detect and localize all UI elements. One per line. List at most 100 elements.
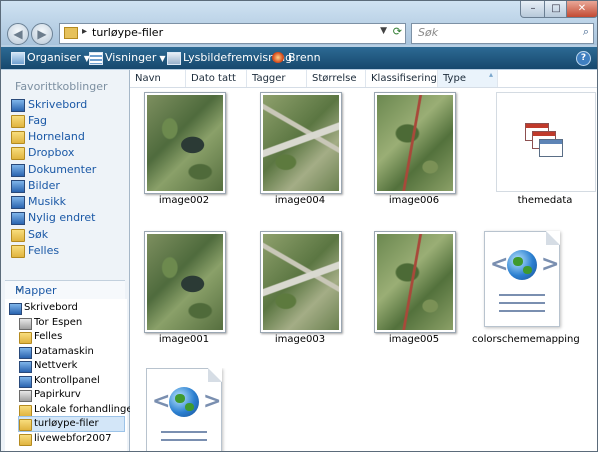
column-header-type-label: Type [443,73,466,84]
chevron-down-icon[interactable]: ⌄ [15,283,119,294]
column-header-type[interactable]: Type ▴ [438,70,498,87]
views-button[interactable]: Visninger ▼ [89,50,166,66]
search-placeholder: Søk [418,26,439,39]
folder-icon [11,131,25,144]
chevron-left-icon: < [152,389,171,414]
close-button[interactable]: ✕ [566,1,597,18]
recent-icon [11,212,25,225]
documents-icon [11,164,25,177]
tree-item-label: Felles [34,331,63,342]
breadcrumb-current[interactable]: turløype-filer [92,26,163,39]
xml-document-icon: < > [484,231,560,327]
chevron-right-icon: > [203,389,222,414]
file-view: Navn Dato tatt Tagger Størrelse Klassifi… [130,70,597,451]
tree-item-livewebfor2007[interactable]: livewebfor2007 [19,432,112,446]
desktop-icon [9,303,22,315]
favorite-link-dokumenter[interactable]: Dokumenter [11,162,96,177]
map-image [147,234,223,330]
maximize-button[interactable]: □ [544,1,568,18]
favorite-link-musikk[interactable]: Musikk [11,194,66,209]
column-headers: Navn Dato tatt Tagger Størrelse Klassifi… [130,70,597,88]
file-item-image006[interactable]: image006 [374,92,484,212]
map-image [147,95,223,191]
file-item-image004[interactable]: image004 [260,92,370,212]
favorite-link-fag[interactable]: Fag [11,113,47,128]
tree-item-label: Skrivebord [24,302,78,313]
tree-item-datamaskin[interactable]: Datamaskin [19,345,94,359]
tree-item-label: Tor Espen [34,317,83,328]
favorite-link-skrivebord[interactable]: Skrivebord [11,97,87,112]
favorite-link-felles[interactable]: Felles [11,243,59,258]
favorite-link-horneland[interactable]: Horneland [11,129,85,144]
burn-icon [272,52,284,63]
file-item-image003[interactable]: image003 [260,231,370,351]
image-thumbnail [374,92,456,194]
back-button[interactable]: ◀ [7,23,29,45]
search-icon[interactable]: ⌕ [583,25,589,39]
file-name: colorschememapping [472,334,580,345]
favorite-label: Dokumenter [28,163,97,176]
organize-button[interactable]: Organiser ▼ [11,50,90,66]
file-item-xml[interactable]: < > [146,368,256,451]
column-header-tagger[interactable]: Tagger [247,70,307,87]
address-dropdown-icon[interactable]: ▼ [380,26,387,36]
favorite-label: Felles [28,244,60,257]
tree-item-felles[interactable]: Felles [19,330,62,344]
tree-item-tor-espen[interactable]: Tor Espen [19,316,82,330]
tree-item-nettverk[interactable]: Nettverk [19,359,77,373]
tree-item-turloype-filer[interactable]: turløype-filer [18,416,125,432]
music-icon [11,196,25,209]
minimize-button[interactable]: – [520,1,546,18]
file-name: image003 [274,334,326,345]
tree-item-label: Lokale forhandlinger [34,404,137,415]
globe-icon [169,387,199,417]
chevron-down-icon: ▼ [159,54,166,63]
tree-item-label: Datamaskin [34,346,94,357]
favorite-link-sok[interactable]: Søk [11,227,48,242]
map-image [377,234,453,330]
folder-icon [64,27,78,39]
file-item-themedata[interactable]: themedata [482,92,596,212]
tree-item-papirkurv[interactable]: Papirkurv [19,388,81,402]
folder-icon [11,147,25,160]
file-name: image004 [274,195,326,206]
file-item-image002[interactable]: image002 [144,92,254,212]
recycle-bin-icon [19,390,32,402]
burn-label: Brenn [288,51,321,64]
help-icon[interactable]: ? [576,51,591,66]
favorite-link-nylig-endret[interactable]: Nylig endret [11,210,95,225]
forward-button[interactable]: ▶ [31,23,53,45]
image-thumbnail [260,92,342,194]
favorite-link-bilder[interactable]: Bilder [11,178,60,193]
tree-item-lokale-forhandlinger[interactable]: Lokale forhandlinger [19,403,137,417]
breadcrumb-arrow-icon[interactable]: ▸ [82,26,87,37]
burn-button[interactable]: Brenn [272,50,321,66]
refresh-icon[interactable]: ⟳ [393,25,402,38]
column-header-storrelse[interactable]: Størrelse [307,70,366,87]
file-item-image005[interactable]: image005 [374,231,484,351]
column-header-klassifisering[interactable]: Klassifisering [366,70,438,87]
folders-header[interactable]: Mapper ⌄ [5,280,125,300]
favorite-label: Musikk [28,195,66,208]
file-name: image001 [158,334,210,345]
map-image [263,95,339,191]
views-label: Visninger [105,51,157,64]
file-item-colorschememapping[interactable]: < > colorschememapping [472,231,592,351]
folder-icon [11,115,25,128]
tree-item-label: Kontrollpanel [34,375,100,386]
map-image [377,95,453,191]
image-thumbnail [144,92,226,194]
tree-item-skrivebord[interactable]: Skrivebord [9,301,78,315]
organize-label: Organiser [27,51,81,64]
file-item-image001[interactable]: image001 [144,231,254,351]
tree-item-kontrollpanel[interactable]: Kontrollpanel [19,374,100,388]
favorite-label: Nylig endret [28,211,96,224]
favorite-link-dropbox[interactable]: Dropbox [11,145,74,160]
address-bar[interactable]: ▸ turløype-filer ▼ ⟳ [59,23,406,44]
column-header-navn[interactable]: Navn [130,70,186,87]
search-input[interactable]: Søk ⌕ [411,23,594,44]
column-header-dato-tatt[interactable]: Dato tatt [186,70,247,87]
xml-document-icon: < > [146,368,222,451]
favorite-label: Bilder [28,179,60,192]
favorite-label: Skrivebord [28,98,88,111]
